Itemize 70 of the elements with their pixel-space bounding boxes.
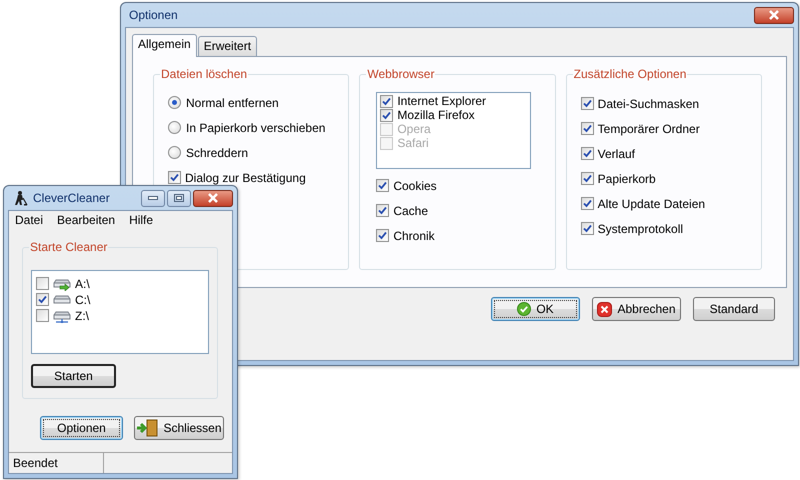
checkbox-label: A:\ — [75, 276, 90, 290]
checkbox-label: Verlauf — [598, 146, 636, 160]
checkbox-label: C:\ — [75, 292, 90, 306]
checkbox-label: Alte Update Dateien — [598, 196, 706, 210]
checkbox[interactable] — [36, 277, 49, 290]
options-button[interactable]: Optionen — [40, 416, 123, 440]
checkbox-label: Papierkorb — [598, 172, 656, 186]
minimize-icon — [148, 196, 158, 200]
checkbox[interactable] — [580, 97, 594, 110]
start-button[interactable]: Starten — [31, 364, 116, 388]
group-title: Dateien löschen — [160, 67, 248, 81]
checkbox[interactable] — [580, 147, 594, 160]
menu-item[interactable]: Bearbeiten — [57, 213, 116, 229]
restore-icon — [174, 194, 184, 202]
group-title: Zusätzliche Optionen — [572, 67, 688, 81]
button[interactable]: Standard — [693, 297, 775, 321]
checkmark-icon — [517, 302, 532, 316]
checkbox-label: Dialog zur Bestätigung — [185, 170, 306, 184]
checkbox-label: Z:\ — [75, 308, 89, 322]
radio-label: In Papierkorb verschieben — [186, 120, 326, 134]
close-button[interactable] — [193, 190, 233, 206]
checkbox-label: Chronik — [393, 228, 435, 242]
tab[interactable]: Allgemein — [132, 34, 197, 57]
network-drive-icon — [53, 308, 71, 322]
radio-label: Normal entfernen — [186, 96, 279, 110]
cancel-button[interactable]: Abbrechen — [592, 297, 681, 321]
radio-button[interactable] — [168, 121, 181, 134]
menu-item[interactable]: Datei — [15, 213, 44, 229]
close-button[interactable] — [754, 6, 794, 24]
checkbox[interactable] — [580, 122, 594, 135]
radio-label: Schreddern — [186, 146, 248, 160]
checkbox[interactable] — [36, 293, 49, 306]
menu-item[interactable]: Hilfe — [129, 213, 154, 229]
checkbox[interactable] — [376, 204, 390, 217]
checkbox-label: Safari — [397, 136, 429, 150]
checkbox-label: Systemprotokoll — [598, 222, 684, 236]
maximize-button[interactable] — [167, 190, 191, 206]
checkbox[interactable] — [580, 197, 594, 210]
checkbox-label: Cache — [393, 204, 428, 218]
ok-button[interactable]: OK — [491, 297, 580, 321]
checkbox-label: Cookies — [393, 178, 437, 192]
checkbox[interactable] — [580, 172, 594, 185]
checkbox-label: Mozilla Firefox — [397, 108, 475, 122]
checkbox[interactable] — [376, 179, 390, 192]
checkbox-label: Datei-Suchmasken — [598, 96, 700, 110]
close-button[interactable]: Schliessen — [134, 416, 224, 440]
app-icon — [12, 190, 28, 206]
window-title: Optionen — [129, 8, 179, 22]
exit-door-icon — [136, 419, 158, 437]
checkbox-label: Internet Explorer — [397, 94, 486, 108]
checkbox-label: Temporärer Ordner — [598, 122, 700, 136]
close-icon — [768, 10, 780, 20]
checkbox-label: Opera — [397, 122, 431, 136]
checkbox[interactable] — [380, 94, 394, 108]
close-icon — [207, 193, 219, 203]
radio-button[interactable] — [168, 146, 181, 159]
window-title: CleverCleaner — [33, 191, 111, 205]
minimize-button[interactable] — [141, 190, 165, 206]
checkbox[interactable] — [168, 171, 181, 184]
group-title: Starte Cleaner — [29, 240, 108, 254]
close-icon — [597, 302, 612, 316]
checkbox[interactable] — [36, 309, 49, 322]
checkbox[interactable] — [376, 229, 390, 242]
tab[interactable]: Erweitert — [198, 36, 258, 56]
group-title: Webbrowser — [366, 67, 436, 81]
status-text: Beendet — [9, 453, 104, 473]
radio-button[interactable] — [168, 96, 181, 109]
checkbox[interactable] — [580, 222, 594, 235]
drive-icon — [53, 276, 71, 290]
checkbox[interactable] — [380, 108, 394, 122]
